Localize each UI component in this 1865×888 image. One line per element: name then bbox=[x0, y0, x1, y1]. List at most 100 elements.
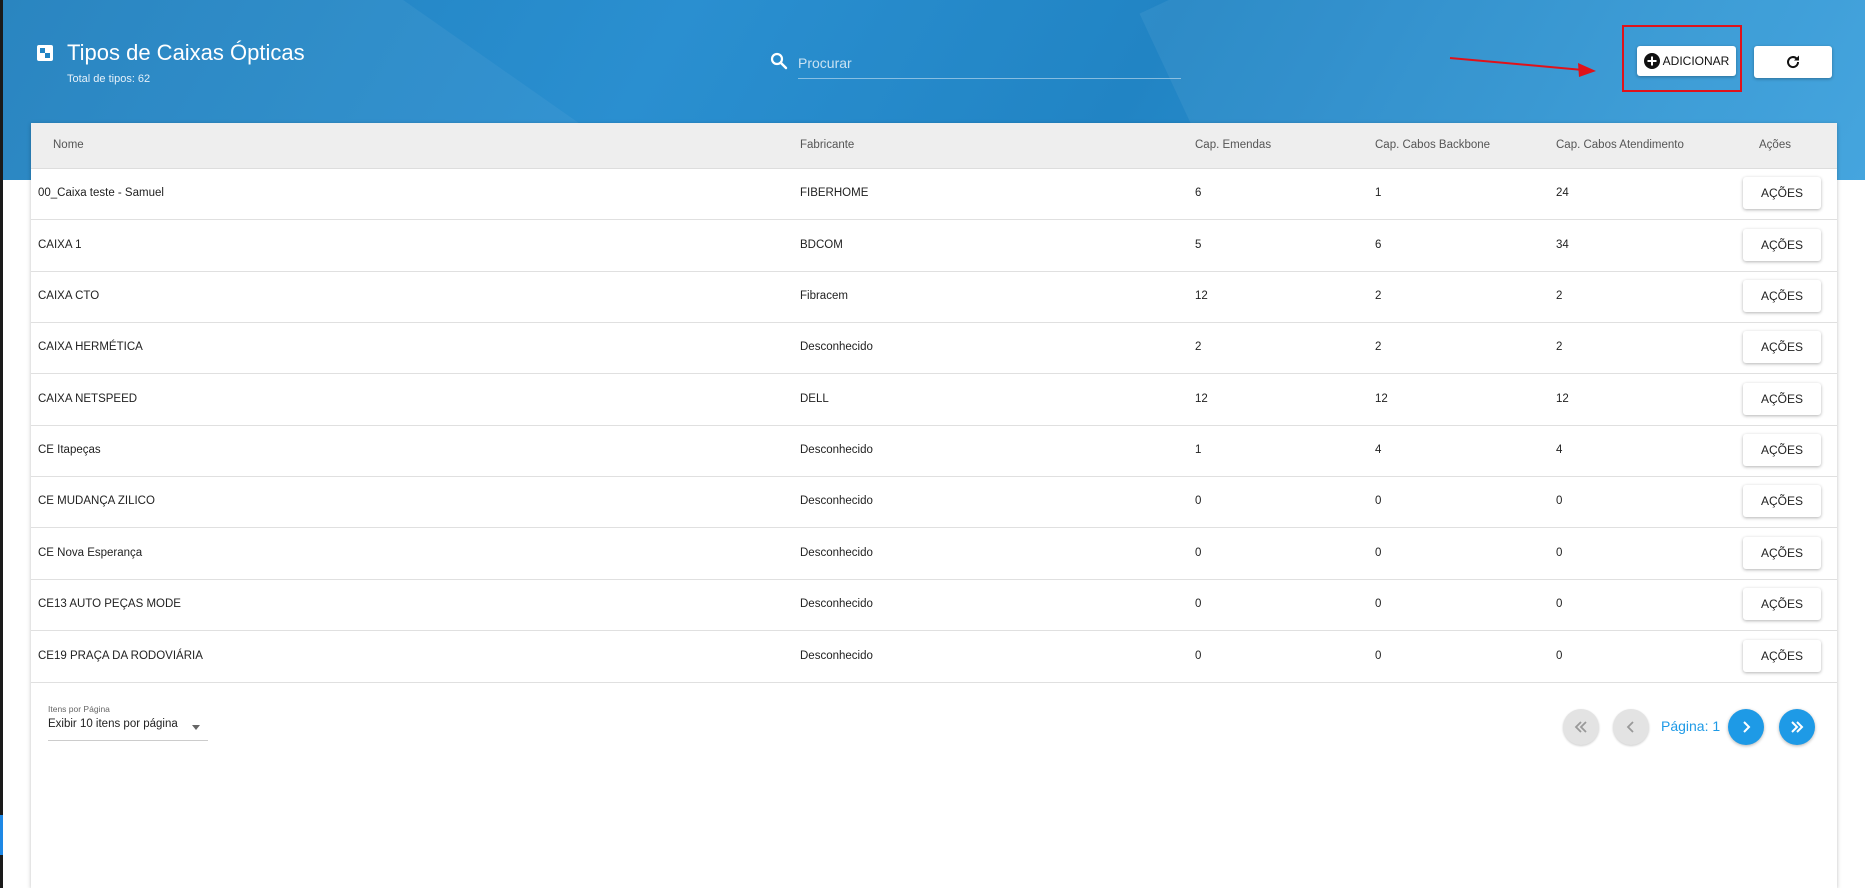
actions-button[interactable]: AÇÕES bbox=[1743, 383, 1821, 415]
column-header-atendimento[interactable]: Cap. Cabos Atendimento bbox=[1556, 139, 1684, 151]
box-icon bbox=[37, 45, 53, 61]
cell-fabricante: Desconhecido bbox=[800, 444, 873, 456]
actions-button[interactable]: AÇÕES bbox=[1743, 331, 1821, 363]
cell-fabricante: Desconhecido bbox=[800, 598, 873, 610]
cell-backbone: 0 bbox=[1375, 547, 1382, 559]
cell-atendimento: 4 bbox=[1556, 444, 1563, 456]
refresh-button[interactable] bbox=[1754, 46, 1832, 78]
chevron-left-icon bbox=[1626, 721, 1634, 733]
actions-button[interactable]: AÇÕES bbox=[1743, 588, 1821, 620]
cell-fabricante: DELL bbox=[800, 393, 829, 405]
cell-fabricante: Fibracem bbox=[800, 290, 848, 302]
next-page-button[interactable] bbox=[1728, 709, 1764, 745]
cell-atendimento: 0 bbox=[1556, 650, 1563, 662]
cell-emendas: 0 bbox=[1195, 495, 1202, 507]
column-header-fabricante[interactable]: Fabricante bbox=[800, 139, 854, 151]
column-header-acoes: Ações bbox=[1759, 139, 1791, 151]
cell-emendas: 5 bbox=[1195, 239, 1202, 251]
column-header-backbone[interactable]: Cap. Cabos Backbone bbox=[1375, 139, 1490, 151]
cell-nome: CE Nova Esperança bbox=[38, 547, 143, 559]
cell-nome: CE Itapeças bbox=[38, 444, 101, 456]
cell-nome: CAIXA NETSPEED bbox=[38, 393, 138, 405]
cell-atendimento: 0 bbox=[1556, 547, 1563, 559]
plus-circle-icon bbox=[1643, 53, 1660, 69]
refresh-icon bbox=[1787, 55, 1800, 69]
cell-backbone: 0 bbox=[1375, 495, 1382, 507]
cell-emendas: 0 bbox=[1195, 547, 1202, 559]
cell-fabricante: BDCOM bbox=[800, 239, 843, 251]
column-header-emendas[interactable]: Cap. Emendas bbox=[1195, 139, 1271, 151]
cell-fabricante: Desconhecido bbox=[800, 495, 873, 507]
cell-nome: CE13 AUTO PEÇAS MODE bbox=[38, 598, 181, 610]
table-row[interactable]: CAIXA CTO Fibracem 12 2 2 AÇÕES bbox=[31, 271, 1837, 323]
cell-nome: CAIXA HERMÉTICA bbox=[38, 341, 143, 353]
actions-button[interactable]: AÇÕES bbox=[1743, 280, 1821, 312]
cell-backbone: 0 bbox=[1375, 650, 1382, 662]
table-row[interactable]: CAIXA NETSPEED DELL 12 12 12 AÇÕES bbox=[31, 374, 1837, 426]
cell-emendas: 2 bbox=[1195, 341, 1202, 353]
cell-backbone: 12 bbox=[1375, 393, 1388, 405]
cell-emendas: 1 bbox=[1195, 444, 1202, 456]
cell-atendimento: 34 bbox=[1556, 239, 1569, 251]
page-title: Tipos de Caixas Ópticas bbox=[67, 40, 305, 65]
double-chevron-left-icon bbox=[1574, 721, 1587, 733]
add-button[interactable]: ADICIONAR bbox=[1637, 46, 1736, 76]
previous-page-button[interactable] bbox=[1613, 709, 1649, 745]
double-chevron-right-icon bbox=[1791, 721, 1804, 733]
table-row[interactable]: CE13 AUTO PEÇAS MODE Desconhecido 0 0 0 … bbox=[31, 579, 1837, 631]
total-count: Total de tipos: 62 bbox=[67, 73, 151, 85]
cell-atendimento: 0 bbox=[1556, 495, 1563, 507]
cell-emendas: 12 bbox=[1195, 393, 1208, 405]
last-page-button[interactable] bbox=[1779, 709, 1815, 745]
cell-emendas: 6 bbox=[1195, 187, 1202, 199]
cell-backbone: 1 bbox=[1375, 187, 1382, 199]
cell-backbone: 4 bbox=[1375, 444, 1382, 456]
items-per-page-label: Itens por Página bbox=[48, 704, 110, 714]
table-row[interactable]: CE MUDANÇA ZILICO Desconhecido 0 0 0 AÇÕ… bbox=[31, 476, 1837, 528]
cell-backbone: 2 bbox=[1375, 290, 1382, 302]
window-edge-accent bbox=[0, 815, 3, 855]
cell-fabricante: Desconhecido bbox=[800, 341, 873, 353]
search-input[interactable] bbox=[798, 48, 1181, 79]
table-row[interactable]: 00_Caixa teste - Samuel FIBERHOME 6 1 24… bbox=[31, 168, 1837, 220]
actions-button[interactable]: AÇÕES bbox=[1743, 229, 1821, 261]
cell-emendas: 12 bbox=[1195, 290, 1208, 302]
cell-fabricante: FIBERHOME bbox=[800, 187, 869, 199]
actions-button[interactable]: AÇÕES bbox=[1743, 177, 1821, 209]
actions-button[interactable]: AÇÕES bbox=[1743, 485, 1821, 517]
cell-nome: CE MUDANÇA ZILICO bbox=[38, 495, 155, 507]
dropdown-caret-icon bbox=[192, 725, 200, 730]
table-card: Nome Fabricante Cap. Emendas Cap. Cabos … bbox=[31, 123, 1837, 888]
cell-atendimento: 2 bbox=[1556, 290, 1563, 302]
table-row[interactable]: CE Itapeças Desconhecido 1 4 4 AÇÕES bbox=[31, 425, 1837, 477]
cell-emendas: 0 bbox=[1195, 598, 1202, 610]
column-header-nome[interactable]: Nome bbox=[53, 139, 84, 151]
cell-fabricante: Desconhecido bbox=[800, 547, 873, 559]
cell-atendimento: 0 bbox=[1556, 598, 1563, 610]
items-per-page-select[interactable]: Exibir 10 itens por página bbox=[48, 718, 208, 741]
table-row[interactable]: CE Nova Esperança Desconhecido 0 0 0 AÇÕ… bbox=[31, 528, 1837, 580]
table-row[interactable]: CAIXA 1 BDCOM 5 6 34 AÇÕES bbox=[31, 220, 1837, 272]
cell-emendas: 0 bbox=[1195, 650, 1202, 662]
first-page-button[interactable] bbox=[1563, 709, 1599, 745]
table-row[interactable]: CAIXA HERMÉTICA Desconhecido 2 2 2 AÇÕES bbox=[31, 322, 1837, 374]
cell-atendimento: 12 bbox=[1556, 393, 1569, 405]
cell-atendimento: 24 bbox=[1556, 187, 1569, 199]
cell-nome: CE19 PRAÇA DA RODOVIÁRIA bbox=[38, 650, 203, 662]
cell-nome: CAIXA 1 bbox=[38, 239, 82, 251]
items-per-page-value: Exibir 10 itens por página bbox=[48, 718, 178, 730]
actions-button[interactable]: AÇÕES bbox=[1743, 537, 1821, 569]
actions-button[interactable]: AÇÕES bbox=[1743, 640, 1821, 672]
table-header: Nome Fabricante Cap. Emendas Cap. Cabos … bbox=[31, 123, 1837, 169]
cell-backbone: 2 bbox=[1375, 341, 1382, 353]
chevron-right-icon bbox=[1743, 721, 1751, 733]
actions-button[interactable]: AÇÕES bbox=[1743, 434, 1821, 466]
current-page-label: Página: 1 bbox=[1661, 718, 1721, 734]
annotation-arrow bbox=[1449, 57, 1596, 77]
cell-backbone: 6 bbox=[1375, 239, 1382, 251]
cell-backbone: 0 bbox=[1375, 598, 1382, 610]
cell-atendimento: 2 bbox=[1556, 341, 1563, 353]
cell-nome: 00_Caixa teste - Samuel bbox=[38, 187, 164, 199]
search-bar bbox=[768, 48, 1181, 80]
table-row[interactable]: CE19 PRAÇA DA RODOVIÁRIA Desconhecido 0 … bbox=[31, 631, 1837, 683]
